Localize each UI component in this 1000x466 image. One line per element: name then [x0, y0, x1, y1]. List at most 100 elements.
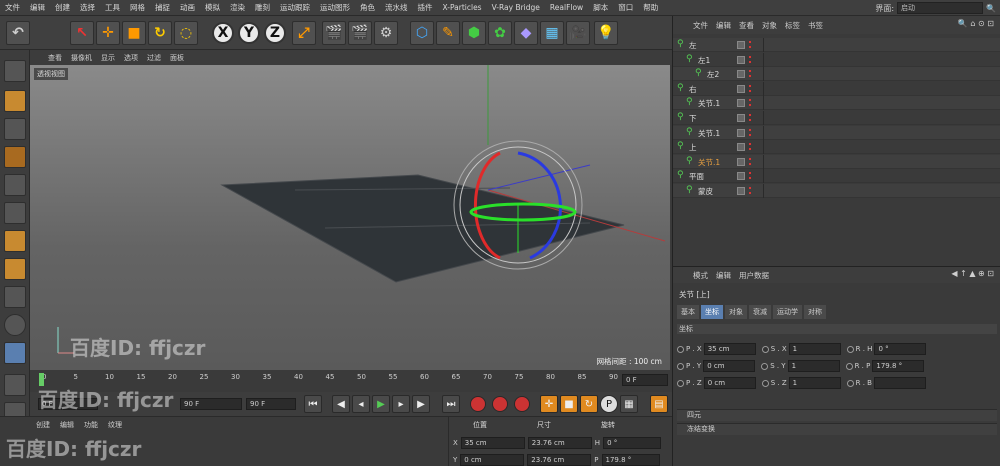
z-axis-button[interactable]: Z [264, 22, 286, 44]
editor-visibility-dot[interactable] [749, 128, 751, 131]
material-menu-item[interactable]: 编辑 [60, 420, 74, 430]
attr-value-field[interactable] [873, 377, 926, 389]
menu-item[interactable]: 工具 [100, 2, 125, 13]
keyframe-radio[interactable] [846, 379, 854, 387]
subdivision-icon[interactable]: ⬢ [462, 21, 486, 45]
object-row[interactable]: ⚲ 左2 [673, 67, 1000, 82]
editor-visibility-dot[interactable] [749, 55, 751, 58]
visibility-toggle[interactable] [737, 187, 745, 195]
om-menu-item[interactable]: 对象 [762, 20, 777, 31]
key-scale-icon[interactable]: ■ [560, 395, 578, 413]
visibility-toggle[interactable] [737, 99, 745, 108]
viewport-menu-item[interactable]: 过滤 [147, 53, 161, 63]
key-parameter-icon[interactable]: P [600, 395, 618, 413]
visibility-toggle[interactable] [737, 84, 745, 93]
menu-item[interactable]: 文件 [0, 2, 25, 13]
editor-visibility-dot[interactable] [749, 143, 751, 146]
editor-visibility-dot[interactable] [749, 99, 751, 102]
visibility-toggle[interactable] [737, 157, 745, 166]
y-axis-button[interactable]: Y [238, 22, 260, 44]
viewport-menu-item[interactable]: 查看 [48, 53, 62, 63]
x-axis-button[interactable]: X [212, 22, 234, 44]
axis-mode-icon[interactable] [4, 258, 26, 280]
workplane-icon[interactable] [4, 146, 26, 168]
editor-visibility-dot[interactable] [749, 172, 751, 175]
attr-value-field[interactable]: 0 cm [703, 377, 756, 389]
attr-menu-item[interactable]: 用户数据 [739, 270, 769, 281]
model-mode-icon[interactable] [4, 90, 26, 112]
camera-icon[interactable]: 🎥 [566, 21, 590, 45]
size-y-field[interactable]: 23.76 cm [527, 454, 592, 466]
material-menu-item[interactable]: 创建 [36, 420, 50, 430]
layout-select[interactable]: 启动 [897, 2, 984, 14]
render-visibility-dot[interactable] [749, 46, 751, 48]
attr-tab[interactable]: 基本 [677, 305, 699, 319]
render-visibility-dot[interactable] [749, 119, 751, 121]
om-menu-item[interactable]: 书签 [808, 20, 823, 31]
timeline-window-icon[interactable]: ▤ [650, 395, 668, 413]
visibility-toggle[interactable] [737, 41, 745, 49]
attr-menu-item[interactable]: 编辑 [716, 270, 731, 281]
keyframe-radio[interactable] [677, 345, 684, 353]
visibility-toggle[interactable] [737, 55, 745, 64]
key-position-icon[interactable]: ✛ [540, 395, 558, 413]
attr-nav-icon[interactable]: ◀ ↑ ▲ ⊕ ⊡ [951, 269, 994, 278]
polygons-mode-icon[interactable] [4, 230, 26, 252]
om-menu-item[interactable]: 标签 [785, 20, 800, 31]
render-visibility-dot[interactable] [749, 177, 751, 180]
attr-tab[interactable]: 衰减 [749, 305, 771, 319]
menu-item[interactable]: 窗口 [613, 2, 638, 13]
rot-p-field[interactable]: 179.8 ° [601, 454, 660, 466]
visibility-toggle[interactable] [737, 143, 745, 152]
attr-value-field[interactable]: 1 [787, 360, 840, 372]
keyframe-radio[interactable] [761, 362, 769, 370]
material-menu-item[interactable]: 纹理 [108, 420, 122, 430]
render-visibility-dot[interactable] [749, 104, 751, 107]
attr-value-field[interactable]: 1 [788, 343, 841, 355]
object-row[interactable]: ⚲ 平面 [673, 169, 1000, 184]
deformer-icon[interactable]: ◆ [514, 21, 538, 45]
editor-visibility-dot[interactable] [749, 157, 751, 160]
viewport-menu-item[interactable]: 摄像机 [71, 53, 92, 63]
menu-item[interactable]: 雕刻 [250, 2, 275, 13]
keyframe-radio[interactable] [846, 345, 854, 353]
next-key-icon[interactable]: ▶ [412, 395, 430, 413]
coord-system-icon[interactable]: ⤢ [292, 21, 316, 45]
key-rotation-icon[interactable]: ↻ [580, 395, 598, 413]
visibility-toggle[interactable] [737, 114, 745, 122]
auto-key-icon[interactable] [492, 396, 508, 412]
render-settings-icon[interactable]: ⚙ [374, 21, 398, 45]
render-visibility-dot[interactable] [749, 89, 751, 92]
attr-value-field[interactable]: 0 ° [874, 343, 927, 355]
editor-visibility-dot[interactable] [749, 41, 751, 43]
scale-tool-icon[interactable]: ■ [122, 21, 146, 45]
preview-end-field[interactable]: 90 F [180, 398, 242, 410]
keyframe-radio[interactable] [845, 362, 853, 370]
om-menu-item[interactable]: 查看 [739, 20, 754, 31]
viewport-menu-item[interactable]: 面板 [170, 53, 184, 63]
editor-visibility-dot[interactable] [749, 114, 751, 116]
view-label[interactable]: 透视视图 [34, 68, 68, 80]
freeze-transform-fold[interactable]: 冻结变换 [677, 423, 997, 435]
rotate-tool-icon[interactable]: ↻ [148, 21, 172, 45]
attr-value-field[interactable]: 0 cm [703, 360, 756, 372]
texture-mode-icon[interactable] [4, 118, 26, 140]
render-picture-icon[interactable]: 🎬 [348, 21, 372, 45]
render-visibility-dot[interactable] [749, 162, 751, 165]
current-frame-field[interactable]: 0 F [622, 374, 668, 386]
points-mode-icon[interactable] [4, 174, 26, 196]
attr-menu-item[interactable]: 模式 [693, 270, 708, 281]
om-menu-item[interactable]: 编辑 [716, 20, 731, 31]
rot-h-field[interactable]: 0 ° [603, 437, 662, 449]
next-frame-icon[interactable]: ▸ [392, 395, 410, 413]
keyframe-radio[interactable] [677, 379, 684, 387]
keyframe-selection-icon[interactable] [514, 396, 530, 412]
prev-key-icon[interactable]: ◀ [332, 395, 350, 413]
menu-item[interactable]: V-Ray Bridge [487, 3, 545, 12]
viewport-menu-item[interactable]: 显示 [101, 53, 115, 63]
object-row[interactable]: ⚲ 蒙皮 [673, 184, 1000, 198]
editor-visibility-dot[interactable] [749, 187, 751, 189]
attr-tab[interactable]: 对称 [804, 305, 826, 319]
pos-y-field[interactable]: 0 cm [460, 454, 525, 466]
menu-item[interactable]: RealFlow [545, 3, 588, 12]
